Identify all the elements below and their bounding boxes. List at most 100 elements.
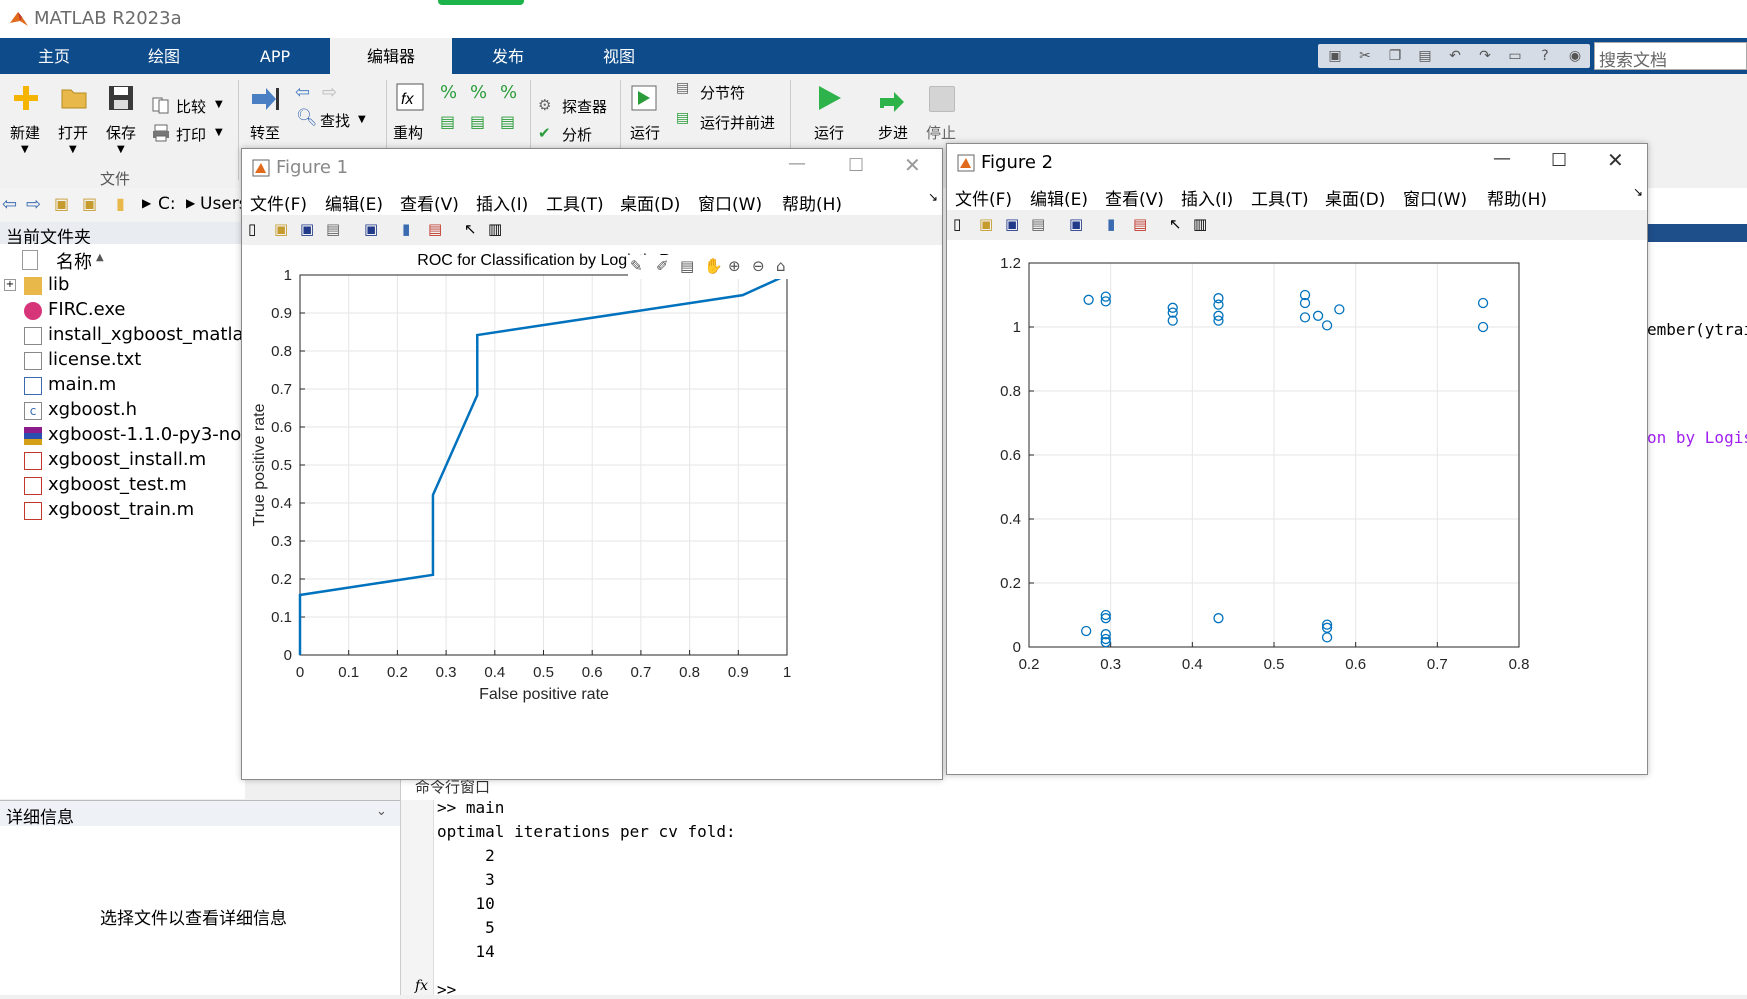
minimize-icon[interactable]: — xyxy=(788,153,806,174)
run-advance-button[interactable]: 运行并前进 xyxy=(700,112,775,133)
list-item[interactable]: main.m xyxy=(0,374,245,398)
refactor-button[interactable]: 重构 xyxy=(393,122,423,143)
save-figure-icon[interactable]: ▣ xyxy=(300,220,314,238)
menu-desktop[interactable]: 桌面(D) xyxy=(620,190,680,215)
details-header[interactable]: 详细信息 ⌄ xyxy=(0,800,400,828)
zoom-in-icon[interactable]: ⊕ xyxy=(728,257,741,275)
pointer-icon[interactable]: ↖ xyxy=(464,220,477,238)
menu-file[interactable]: 文件(F) xyxy=(250,190,307,215)
menu-help[interactable]: 帮助(H) xyxy=(782,190,842,215)
comment-icon[interactable]: % xyxy=(440,82,457,103)
data-tip-icon[interactable]: ▤ xyxy=(680,257,694,275)
find-button[interactable]: 查找 xyxy=(320,110,350,131)
new-button[interactable]: 新建 xyxy=(10,122,40,143)
command-window[interactable]: 命令行窗口 >> main optimal iterations per cv … xyxy=(400,778,1747,999)
list-item[interactable]: + lib xyxy=(0,274,245,298)
list-item[interactable]: xgboost-1.1.0-py3-nor xyxy=(0,424,249,448)
increase-indent-icon[interactable]: ▤ xyxy=(500,112,515,131)
save-figure-icon[interactable]: ▣ xyxy=(1005,215,1019,233)
new-figure-icon[interactable]: ▯ xyxy=(953,215,961,233)
chevron-down-icon[interactable]: ⌄ xyxy=(376,804,387,819)
undo-icon[interactable]: ↶ xyxy=(1446,47,1464,65)
zoom-out-icon[interactable]: ⊖ xyxy=(752,257,765,275)
home-icon[interactable]: ⌂ xyxy=(776,257,786,275)
list-item[interactable]: xgboost_install.m xyxy=(0,449,245,473)
property-inspector-icon[interactable]: ▥ xyxy=(488,220,502,238)
menu-desktop[interactable]: 桌面(D) xyxy=(1325,185,1385,210)
tab-apps[interactable]: APP xyxy=(220,38,330,74)
forward-arrow-icon[interactable]: ⇨ xyxy=(322,82,337,103)
save-button[interactable]: 保存 xyxy=(106,122,136,143)
list-item[interactable]: xgboost_train.m xyxy=(0,499,245,523)
decrease-indent-icon[interactable]: ▤ xyxy=(470,112,485,131)
menu-tools[interactable]: 工具(T) xyxy=(1251,185,1309,210)
link-plot-icon[interactable]: ▣ xyxy=(364,220,378,238)
legend-icon[interactable]: ▤ xyxy=(428,220,442,238)
print-figure-icon[interactable]: ▤ xyxy=(326,220,340,238)
cut-icon[interactable]: ✂ xyxy=(1356,47,1374,65)
menu-file[interactable]: 文件(F) xyxy=(955,185,1012,210)
menu-help[interactable]: 帮助(H) xyxy=(1487,185,1547,210)
wrap-comment-icon[interactable]: % xyxy=(500,82,517,103)
close-icon[interactable]: ✕ xyxy=(1607,148,1624,172)
community-icon[interactable]: ◉ xyxy=(1566,47,1584,65)
menu-view[interactable]: 查看(V) xyxy=(400,190,459,215)
dock-arrow-icon[interactable]: ↘ xyxy=(928,190,938,204)
column-header[interactable]: 名称 ▲ xyxy=(0,248,245,273)
menu-tools[interactable]: 工具(T) xyxy=(546,190,604,215)
open-file-icon[interactable]: ▣ xyxy=(979,215,993,233)
tab-view[interactable]: 视图 xyxy=(564,38,674,74)
path-drive[interactable]: C: xyxy=(158,194,176,214)
property-inspector-icon[interactable]: ▥ xyxy=(1193,215,1207,233)
link-plot-icon[interactable]: ▣ xyxy=(1069,215,1083,233)
export-icon[interactable]: ✎ xyxy=(630,257,643,275)
maximize-icon[interactable]: ☐ xyxy=(1551,150,1567,171)
search-input[interactable]: 搜索文档 xyxy=(1599,46,1667,71)
print-figure-icon[interactable]: ▤ xyxy=(1031,215,1045,233)
list-item[interactable]: install_xgboost_matlab xyxy=(0,324,255,348)
save-icon[interactable]: ▣ xyxy=(1326,47,1344,65)
compare-dropdown-icon[interactable]: ▼ xyxy=(215,99,223,110)
colorbar-icon[interactable]: ▮ xyxy=(1107,215,1115,233)
paste-icon[interactable]: ▤ xyxy=(1416,47,1434,65)
figure-1-titlebar[interactable]: Figure 1 — ☐ ✕ xyxy=(242,149,942,187)
colorbar-icon[interactable]: ▮ xyxy=(402,220,410,238)
analyze-button[interactable]: 分析 xyxy=(562,124,592,145)
figure-2-titlebar[interactable]: Figure 2 — ☐ ✕ xyxy=(947,144,1647,182)
save-dropdown-icon[interactable]: ▼ xyxy=(117,144,125,155)
section-break-button[interactable]: 分节符 xyxy=(700,82,745,103)
scatter-chart[interactable]: 0.2 0.3 0.4 0.5 0.6 0.7 0.800.20.40.60.811.2 xyxy=(947,240,1647,774)
list-item[interactable]: FIRC.exe xyxy=(0,299,245,323)
menu-view[interactable]: 查看(V) xyxy=(1105,185,1164,210)
menu-window[interactable]: 窗口(W) xyxy=(1403,185,1467,210)
legend-icon[interactable]: ▤ xyxy=(1133,215,1147,233)
browse-folder-icon[interactable]: ▣ xyxy=(82,194,97,213)
pointer-icon[interactable]: ↖ xyxy=(1169,215,1182,233)
command-prompt[interactable]: >> xyxy=(437,980,456,999)
list-item[interactable]: c xgboost.h xyxy=(0,399,245,423)
tab-plots[interactable]: 绘图 xyxy=(108,38,220,74)
open-dropdown-icon[interactable]: ▼ xyxy=(69,144,77,155)
explorer-button[interactable]: 探查器 xyxy=(562,96,607,117)
open-button[interactable]: 打开 xyxy=(58,122,88,143)
minimize-icon[interactable]: — xyxy=(1493,148,1511,169)
redo-icon[interactable]: ↷ xyxy=(1476,47,1494,65)
run-section-button[interactable]: 运行 xyxy=(630,122,660,143)
print-dropdown-icon[interactable]: ▼ xyxy=(215,127,223,138)
goto-button[interactable]: 转至 xyxy=(250,122,280,143)
new-figure-icon[interactable]: ▯ xyxy=(248,220,256,238)
menu-insert[interactable]: 插入(I) xyxy=(476,190,528,215)
close-icon[interactable]: ✕ xyxy=(904,153,921,177)
list-item[interactable]: license.txt xyxy=(0,349,245,373)
stop-button[interactable]: 停止 xyxy=(926,122,956,143)
compare-button[interactable]: 比较 xyxy=(176,96,206,117)
uncomment-icon[interactable]: % xyxy=(470,82,487,103)
new-dropdown-icon[interactable]: ▼ xyxy=(21,144,29,155)
copy-icon[interactable]: ❐ xyxy=(1386,47,1404,65)
back-icon[interactable]: ⇦ xyxy=(2,194,17,215)
forward-icon[interactable]: ⇨ xyxy=(26,194,41,215)
help-icon[interactable]: ? xyxy=(1536,47,1554,65)
dock-arrow-icon[interactable]: ↘ xyxy=(1633,185,1643,199)
find-dropdown-icon[interactable]: ▼ xyxy=(358,114,366,125)
switch-window-icon[interactable]: ▭ xyxy=(1506,47,1524,65)
